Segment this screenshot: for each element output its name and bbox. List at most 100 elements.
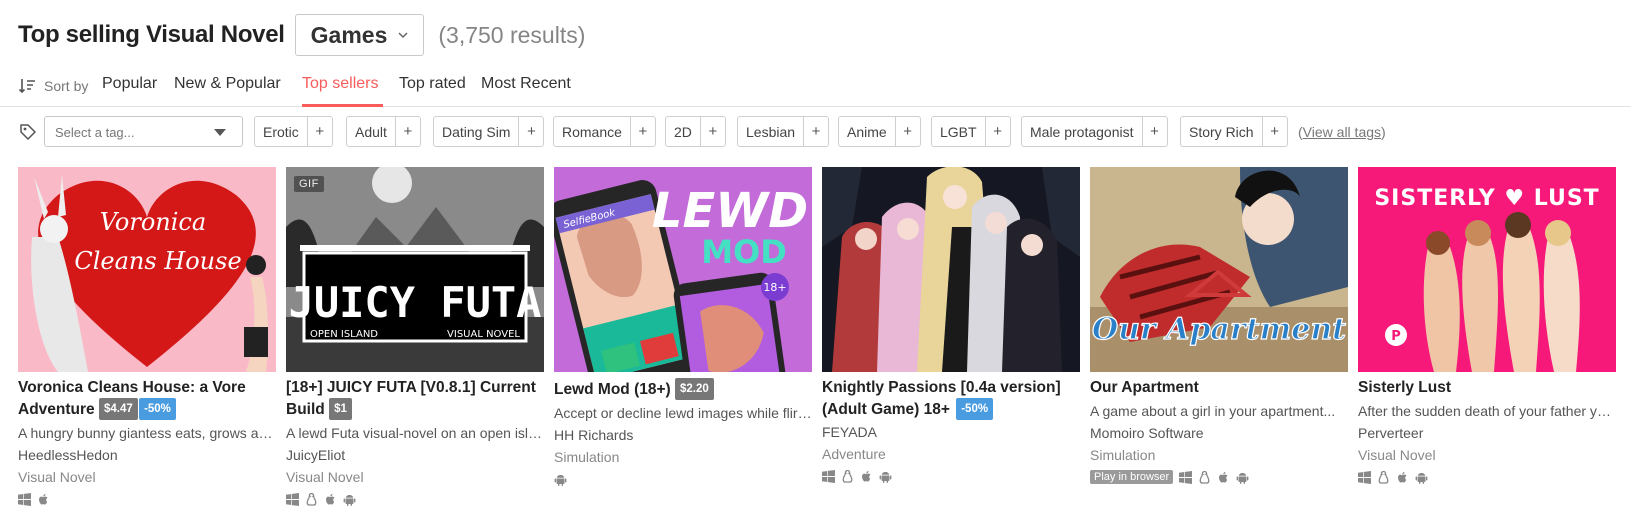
cover-title-1: SISTERLY ♥ LUST bbox=[1374, 186, 1599, 211]
game-genre: Visual Novel bbox=[18, 469, 96, 485]
windows-icon bbox=[286, 492, 299, 506]
game-thumbnail[interactable] bbox=[822, 167, 1080, 372]
tag-pill-erotic[interactable]: Erotic + bbox=[254, 116, 333, 147]
tag-pill-label: Lesbian bbox=[746, 123, 796, 140]
game-description: A game about a girl in your apartment... bbox=[1090, 403, 1336, 419]
game-genre: Simulation bbox=[1090, 447, 1156, 463]
cover-title-1: Voronica bbox=[100, 208, 206, 236]
tab-top-sellers[interactable]: Top sellers bbox=[302, 75, 378, 93]
game-title[interactable]: Sisterly Lust bbox=[1358, 378, 1616, 398]
game-title-line2: Build bbox=[286, 401, 325, 418]
android-icon bbox=[879, 471, 892, 483]
cover-title-1: JUICY FUTA bbox=[289, 278, 542, 327]
tab-new-and-popular[interactable]: New & Popular bbox=[174, 75, 281, 93]
tag-pill-lesbian[interactable]: Lesbian + bbox=[737, 116, 830, 147]
type-dropdown-label: Games bbox=[310, 21, 388, 48]
cover-title-2: Cleans House bbox=[74, 247, 241, 275]
game-thumbnail[interactable]: SelfieBook LEWD MOD 18+ bbox=[554, 167, 812, 372]
game-title-line1: Sisterly Lust bbox=[1358, 379, 1452, 396]
linux-icon bbox=[1378, 470, 1389, 484]
cover-title-3: VISUAL NOVEL bbox=[447, 329, 520, 340]
game-description: A hungry bunny giantess eats, grows and.… bbox=[18, 425, 276, 441]
cover-logo: P bbox=[1391, 329, 1401, 344]
cover-art: SISTERLY ♥ LUST P bbox=[1358, 167, 1616, 372]
active-tab-indicator bbox=[302, 104, 383, 107]
game-thumbnail[interactable]: JUICY FUTA OPEN ISLAND VISUAL NOVEL GIF bbox=[286, 167, 544, 372]
game-title-line1: Our Apartment bbox=[1090, 379, 1199, 396]
game-description: A lewd Futa visual-novel on an open isla… bbox=[286, 425, 544, 441]
game-author[interactable]: HH Richards bbox=[554, 425, 812, 445]
tag-select-input[interactable]: Select a tag... bbox=[44, 116, 243, 147]
tag-pill-lgbt[interactable]: LGBT + bbox=[931, 116, 1011, 147]
tab-top-rated[interactable]: Top rated bbox=[399, 75, 466, 93]
android-icon bbox=[1236, 472, 1249, 484]
game-description: After the sudden death of your father yo… bbox=[1358, 403, 1616, 419]
tag-icon bbox=[20, 124, 36, 140]
add-tag-button[interactable]: + bbox=[984, 117, 1010, 146]
add-tag-button[interactable]: + bbox=[894, 117, 920, 146]
game-thumbnail[interactable]: SISTERLY ♥ LUST P bbox=[1358, 167, 1616, 372]
tag-pill-label: Adult bbox=[355, 123, 387, 140]
add-tag-button[interactable]: + bbox=[1261, 117, 1287, 146]
game-author[interactable]: JuicyEliot bbox=[286, 445, 544, 465]
game-card: JUICY FUTA OPEN ISLAND VISUAL NOVEL GIF … bbox=[286, 167, 544, 507]
game-card: SISTERLY ♥ LUST P Sisterly Lust After th… bbox=[1358, 167, 1616, 485]
game-title[interactable]: [18+] JUICY FUTA [V0.8.1] Current Build … bbox=[286, 378, 544, 420]
game-author[interactable]: HeedlessHedon bbox=[18, 445, 276, 465]
tag-pill-adult[interactable]: Adult + bbox=[346, 116, 421, 147]
game-author[interactable]: Perverteer bbox=[1358, 423, 1616, 443]
add-tag-button[interactable]: + bbox=[699, 117, 725, 146]
tab-popular[interactable]: Popular bbox=[102, 75, 157, 93]
cover-title-2: OPEN ISLAND bbox=[310, 329, 378, 340]
tag-filter-bar: Select a tag... Erotic + Adult + Dating Si… bbox=[0, 116, 1631, 148]
add-tag-button[interactable]: + bbox=[803, 117, 828, 146]
game-thumbnail[interactable]: Our Apartment bbox=[1090, 167, 1348, 372]
game-title-line1: Voronica Cleans House: a Vore bbox=[18, 379, 246, 396]
game-title-line1: Lewd Mod (18+) bbox=[554, 381, 671, 398]
chevron-down-icon bbox=[398, 32, 408, 39]
tag-pill-dating-sim[interactable]: Dating Sim + bbox=[433, 116, 545, 147]
tag-pill-label: Anime bbox=[847, 123, 887, 140]
android-icon bbox=[554, 474, 567, 486]
android-icon bbox=[343, 494, 356, 506]
cover-title-1: Our Apartment bbox=[1092, 312, 1346, 347]
tag-pill-anime[interactable]: Anime + bbox=[838, 116, 921, 147]
game-card: SelfieBook LEWD MOD 18+ Lewd Mod (18+) $… bbox=[554, 167, 812, 487]
game-title-line1: [18+] JUICY FUTA [V0.8.1] Current bbox=[286, 379, 536, 396]
page-header: Top selling Visual Novel Games (3,750 re… bbox=[18, 13, 585, 57]
game-genre: Adventure bbox=[822, 446, 886, 462]
add-tag-button[interactable]: + bbox=[306, 117, 332, 146]
tag-pill-2d[interactable]: 2D + bbox=[665, 116, 726, 147]
page-title: Top selling Visual Novel bbox=[18, 21, 285, 48]
tag-pill-story-rich[interactable]: Story Rich + bbox=[1180, 116, 1288, 147]
game-title[interactable]: Voronica Cleans House: a Vore Adventure … bbox=[18, 378, 276, 420]
tag-pill-male-protagonist[interactable]: Male protagonist + bbox=[1021, 116, 1168, 147]
game-card: Knightly Passions [0.4a version] (Adult … bbox=[822, 167, 1080, 484]
game-author[interactable]: Momoiro Software bbox=[1090, 423, 1348, 443]
sort-label: Sort by bbox=[44, 78, 89, 94]
tag-pill-label: Dating Sim bbox=[442, 123, 511, 140]
game-title[interactable]: Our Apartment bbox=[1090, 378, 1348, 398]
game-author[interactable]: FEYADA bbox=[822, 422, 1080, 442]
add-tag-button[interactable]: + bbox=[394, 117, 420, 146]
caret-down-icon bbox=[214, 129, 226, 136]
game-title-line2: Adventure bbox=[18, 401, 95, 418]
gif-badge: GIF bbox=[294, 176, 324, 192]
tag-pill-romance[interactable]: Romance + bbox=[553, 116, 656, 147]
add-tag-button[interactable]: + bbox=[1141, 117, 1167, 146]
windows-icon bbox=[18, 492, 31, 506]
game-title[interactable]: Knightly Passions [0.4a version] (Adult … bbox=[822, 378, 1080, 420]
game-thumbnail[interactable]: Voronica Cleans House bbox=[18, 167, 276, 372]
add-tag-button[interactable]: + bbox=[518, 117, 543, 146]
game-title[interactable]: Lewd Mod (18+) $2.20 bbox=[554, 378, 812, 400]
view-all-tags-link[interactable]: (View all tags) bbox=[1298, 124, 1386, 140]
play-in-browser-badge: Play in browser bbox=[1090, 470, 1174, 484]
tab-most-recent[interactable]: Most Recent bbox=[481, 75, 571, 93]
type-dropdown[interactable]: Games bbox=[294, 14, 425, 56]
sort-icon bbox=[18, 79, 35, 94]
add-tag-button[interactable]: + bbox=[629, 117, 655, 146]
cover-art: Voronica Cleans House bbox=[18, 167, 276, 372]
tag-select-placeholder: Select a tag... bbox=[55, 125, 135, 140]
view-all-tags-label: View all tags bbox=[1302, 124, 1382, 140]
game-title-line1: Knightly Passions [0.4a version] bbox=[822, 379, 1061, 396]
